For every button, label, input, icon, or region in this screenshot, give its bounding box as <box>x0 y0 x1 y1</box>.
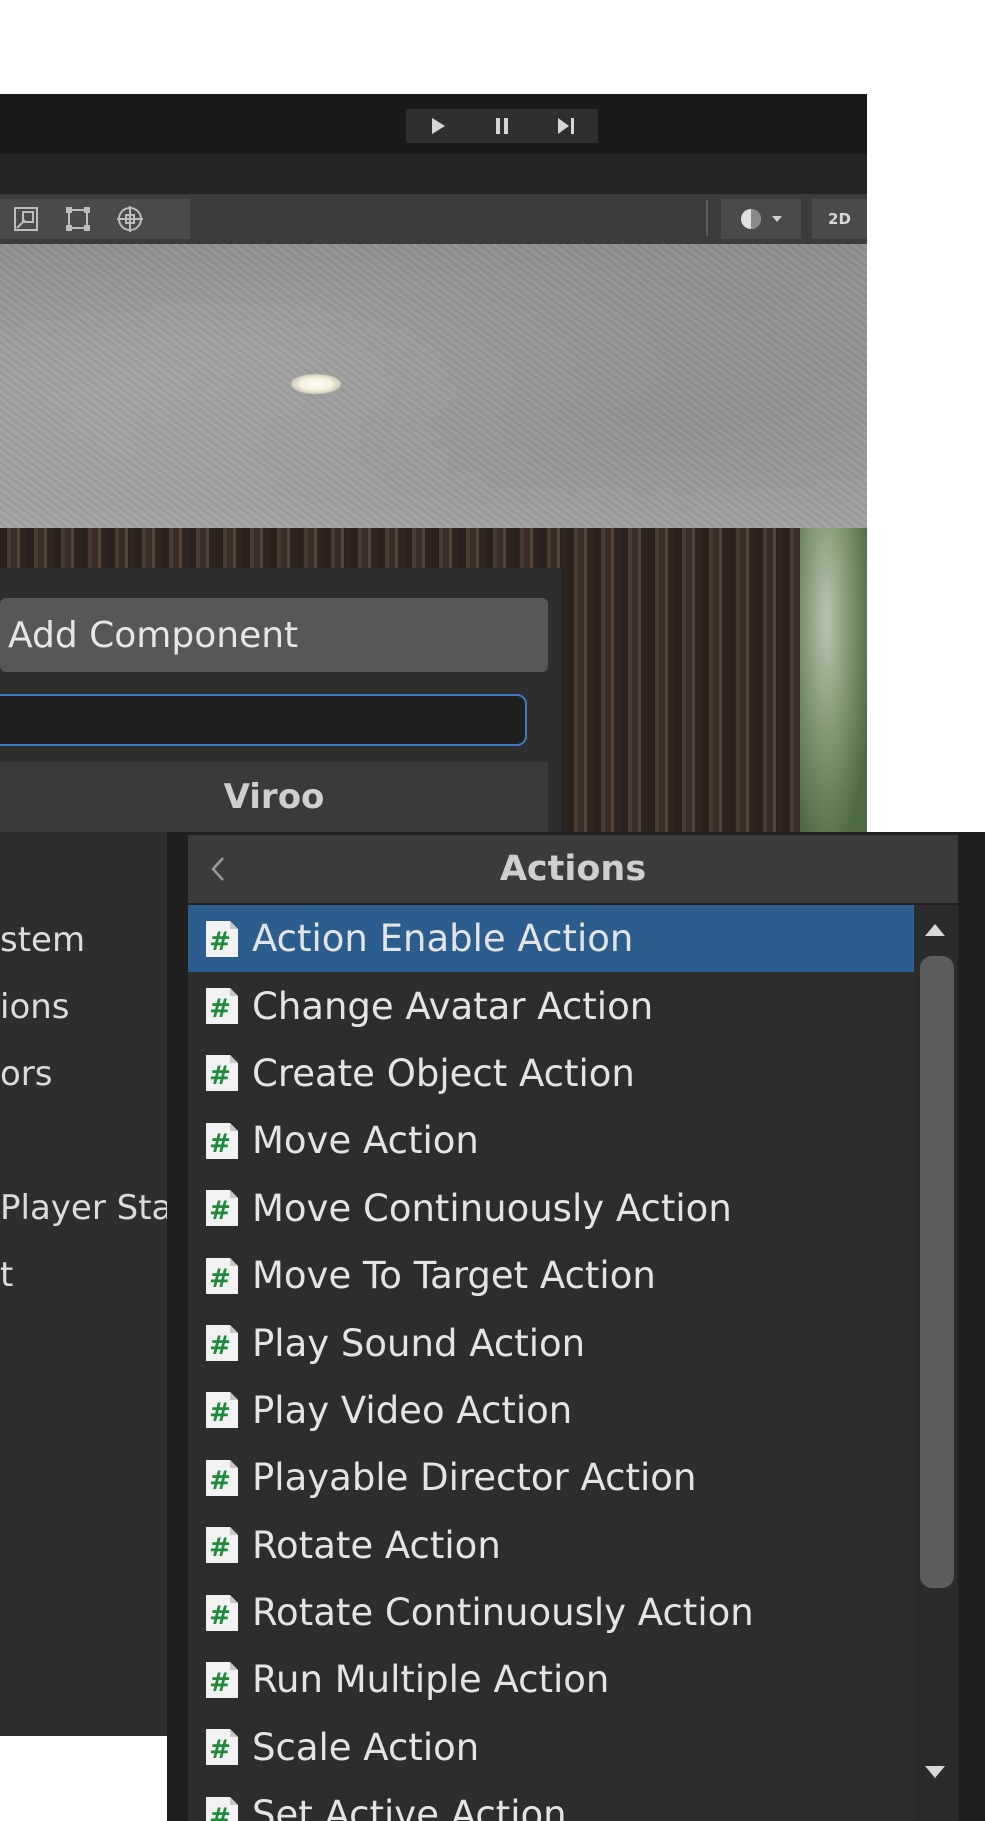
action-item[interactable]: # Set Active Action <box>188 1781 914 1821</box>
csharp-script-icon: # <box>202 919 242 959</box>
action-item-label: Scale Action <box>252 1725 480 1769</box>
csharp-script-icon: # <box>202 1121 242 1161</box>
category-item[interactable]: t <box>0 1247 185 1314</box>
svg-text:#: # <box>209 1735 231 1765</box>
svg-text:#: # <box>209 1264 231 1294</box>
scroll-up-button[interactable] <box>920 918 950 942</box>
svg-text:#: # <box>209 1196 231 1226</box>
pause-button[interactable] <box>470 109 534 143</box>
play-controls <box>406 109 598 143</box>
actions-header: Actions <box>188 835 958 903</box>
svg-text:#: # <box>209 927 231 957</box>
csharp-script-icon: # <box>202 1660 242 1700</box>
scrollbar-thumb[interactable] <box>920 956 954 1588</box>
window-foliage <box>800 528 867 834</box>
action-item[interactable]: # Playable Director Action <box>188 1444 914 1511</box>
csharp-script-icon: # <box>202 1256 242 1296</box>
csharp-script-icon: # <box>202 1188 242 1228</box>
svg-text:#: # <box>209 994 231 1024</box>
arrow-up-icon <box>925 924 945 936</box>
category-item[interactable]: ors <box>0 1046 185 1113</box>
action-item[interactable]: # Run Multiple Action <box>188 1646 914 1713</box>
svg-text:#: # <box>209 1331 231 1361</box>
scale-tool-button[interactable] <box>0 199 52 239</box>
action-item[interactable]: # Move Action <box>188 1107 914 1174</box>
action-item-label: Rotate Continuously Action <box>252 1591 754 1635</box>
add-component-button[interactable]: Add Component <box>0 598 548 672</box>
svg-text:#: # <box>209 1668 231 1698</box>
action-item[interactable]: # Action Enable Action <box>188 905 914 973</box>
shading-sphere-icon <box>741 209 761 229</box>
rect-tool-icon <box>66 207 90 231</box>
play-icon <box>432 118 445 134</box>
svg-text:#: # <box>209 1061 231 1091</box>
action-item-label: Play Video Action <box>252 1388 573 1432</box>
csharp-script-icon: # <box>202 1053 242 1093</box>
action-item-label: Play Sound Action <box>252 1321 586 1365</box>
scale-tool-icon <box>14 207 38 231</box>
action-item[interactable]: # Scale Action <box>188 1714 914 1781</box>
scroll-down-button[interactable] <box>920 1760 950 1784</box>
play-button[interactable] <box>406 109 470 143</box>
back-button[interactable] <box>188 835 248 903</box>
toolbar-separator <box>706 200 708 236</box>
csharp-script-icon: # <box>202 1727 242 1767</box>
action-item[interactable]: # Rotate Continuously Action <box>188 1579 914 1646</box>
mode-2d-toggle[interactable]: 2D <box>812 199 867 239</box>
rect-tool-button[interactable] <box>52 199 104 239</box>
step-button[interactable] <box>534 109 598 143</box>
component-search-input[interactable] <box>0 694 527 746</box>
csharp-script-icon: # <box>202 1458 242 1498</box>
action-item-label: Set Active Action <box>252 1793 567 1821</box>
action-item[interactable]: # Change Avatar Action <box>188 972 914 1039</box>
ceiling-light <box>291 374 341 394</box>
category-item[interactable] <box>0 1113 185 1180</box>
transform-tool-button[interactable] <box>104 199 156 239</box>
action-item-label: Create Object Action <box>252 1051 635 1095</box>
category-item[interactable]: ions <box>0 979 185 1046</box>
action-item-label: Action Enable Action <box>252 917 634 961</box>
category-header: Viroo <box>0 762 548 832</box>
scene-tool-group <box>0 199 190 239</box>
svg-text:#: # <box>209 1466 231 1496</box>
ceiling-texture <box>0 244 867 528</box>
transform-tool-icon <box>117 206 143 232</box>
pause-icon <box>496 118 508 134</box>
actions-list: # Action Enable Action # Change Avatar Acti… <box>188 905 914 1821</box>
chevron-down-icon <box>772 216 782 222</box>
action-item-label: Move Continuously Action <box>252 1186 732 1230</box>
csharp-script-icon: # <box>202 1795 242 1821</box>
action-item-label: Move To Target Action <box>252 1254 656 1298</box>
category-list: stem ions ors Player Sta t <box>0 912 185 1314</box>
step-icon <box>558 118 574 134</box>
actions-title: Actions <box>499 849 647 889</box>
action-item-label: Move Action <box>252 1119 479 1163</box>
category-item[interactable]: Player Sta <box>0 1180 185 1247</box>
action-item[interactable]: # Play Video Action <box>188 1377 914 1444</box>
csharp-script-icon: # <box>202 1323 242 1363</box>
action-item-label: Run Multiple Action <box>252 1658 610 1702</box>
scene-tab-strip <box>0 154 867 194</box>
svg-text:#: # <box>209 1601 231 1631</box>
csharp-script-icon: # <box>202 1593 242 1633</box>
arrow-down-icon <box>925 1766 945 1778</box>
csharp-script-icon: # <box>202 986 242 1026</box>
action-item[interactable]: # Move Continuously Action <box>188 1175 914 1242</box>
svg-text:#: # <box>209 1398 231 1428</box>
action-item[interactable]: # Move To Target Action <box>188 1242 914 1309</box>
action-item[interactable]: # Rotate Action <box>188 1512 914 1579</box>
svg-text:#: # <box>209 1129 231 1159</box>
chevron-left-icon <box>211 857 224 881</box>
action-item[interactable]: # Play Sound Action <box>188 1309 914 1376</box>
action-item[interactable]: # Create Object Action <box>188 1040 914 1107</box>
csharp-script-icon: # <box>202 1525 242 1565</box>
action-item-label: Playable Director Action <box>252 1456 697 1500</box>
action-item-label: Rotate Action <box>252 1523 501 1567</box>
svg-text:#: # <box>209 1803 231 1821</box>
shading-mode-dropdown[interactable] <box>721 199 801 239</box>
category-item[interactable]: stem <box>0 912 185 979</box>
svg-text:#: # <box>209 1533 231 1563</box>
csharp-script-icon: # <box>202 1390 242 1430</box>
action-item-label: Change Avatar Action <box>252 984 654 1028</box>
